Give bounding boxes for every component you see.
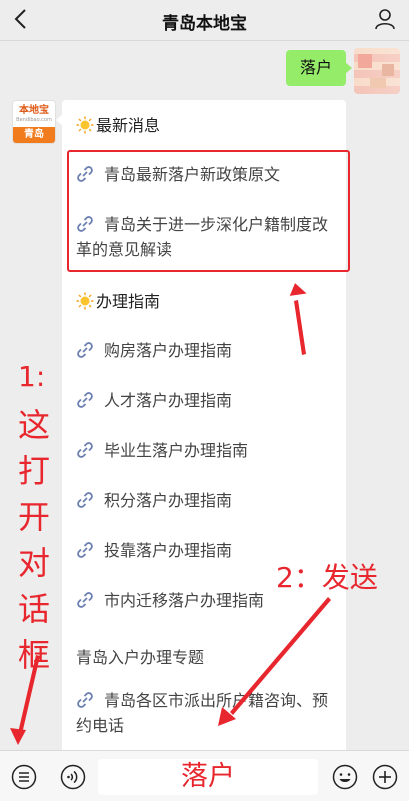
input-bar: 落户: [0, 750, 409, 801]
link-item-guide-3[interactable]: 毕业生落户办理指南: [76, 438, 338, 463]
chat-title: 青岛本地宝: [162, 14, 247, 34]
menu-icon[interactable]: [11, 764, 37, 790]
chat-header: 青岛本地宝: [0, 0, 409, 41]
link-text: 毕业生落户办理指南: [104, 441, 249, 460]
message-input[interactable]: 落户: [98, 759, 318, 795]
annotation-step2: 2：发送: [276, 561, 378, 594]
highlight-box: [67, 150, 350, 272]
annotation-char: 话: [18, 590, 51, 628]
voice-icon[interactable]: [60, 764, 86, 790]
section-title-guide-text: 办理指南: [96, 292, 161, 311]
link-text: 积分落户办理指南: [104, 491, 233, 510]
link-text: 人才落户办理指南: [104, 391, 233, 410]
section-title-guide: 办理指南: [76, 288, 160, 312]
link-icon: [77, 692, 93, 708]
annotation-char: 打: [18, 452, 51, 490]
link-text: 投靠落户办理指南: [104, 541, 233, 560]
outgoing-message-bubble[interactable]: 落户: [286, 50, 352, 86]
annotation-char: 对: [18, 544, 51, 582]
bot-brand-sub: Bendibao.com: [16, 117, 52, 123]
bot-brand: 本地宝: [19, 105, 49, 116]
user-avatar[interactable]: [354, 48, 400, 94]
section-title-news-text: 最新消息: [96, 116, 161, 135]
link-icon: [77, 542, 93, 558]
link-text: 市内迁移落户办理指南: [104, 591, 265, 610]
link-text: 购房落户办理指南: [104, 341, 233, 360]
link-item-guide-1[interactable]: 购房落户办理指南: [76, 338, 338, 363]
link-icon: [77, 592, 93, 608]
link-icon: [77, 342, 93, 358]
plus-icon[interactable]: [372, 764, 398, 790]
annotation-step1-text: 这 打 开 对 话 框: [18, 402, 58, 678]
link-item-guide-2[interactable]: 人才落户办理指南: [76, 388, 338, 413]
link-icon: [77, 492, 93, 508]
bot-avatar[interactable]: 本地宝 Bendibao.com 青岛: [12, 100, 56, 144]
link-text: 青岛各区市派出所户籍咨询、预约电话: [76, 691, 329, 735]
annotation-step1: 1:: [18, 360, 46, 393]
sun-icon: [76, 292, 94, 310]
link-item-consult[interactable]: 青岛各区市派出所户籍咨询、预约电话: [76, 688, 338, 738]
emoji-icon[interactable]: [332, 764, 358, 790]
link-icon: [77, 442, 93, 458]
annotation-char: 开: [18, 498, 51, 536]
annotation-char: 这: [18, 406, 51, 444]
bot-city: 青岛: [13, 127, 55, 143]
section-title-news: 最新消息: [76, 112, 160, 136]
link-icon: [77, 392, 93, 408]
topic-link[interactable]: 青岛入户办理专题: [76, 644, 204, 668]
sun-icon: [76, 116, 94, 134]
annotation-char: 框: [18, 636, 51, 674]
user-icon[interactable]: [373, 7, 397, 31]
link-item-guide-4[interactable]: 积分落户办理指南: [76, 488, 338, 513]
